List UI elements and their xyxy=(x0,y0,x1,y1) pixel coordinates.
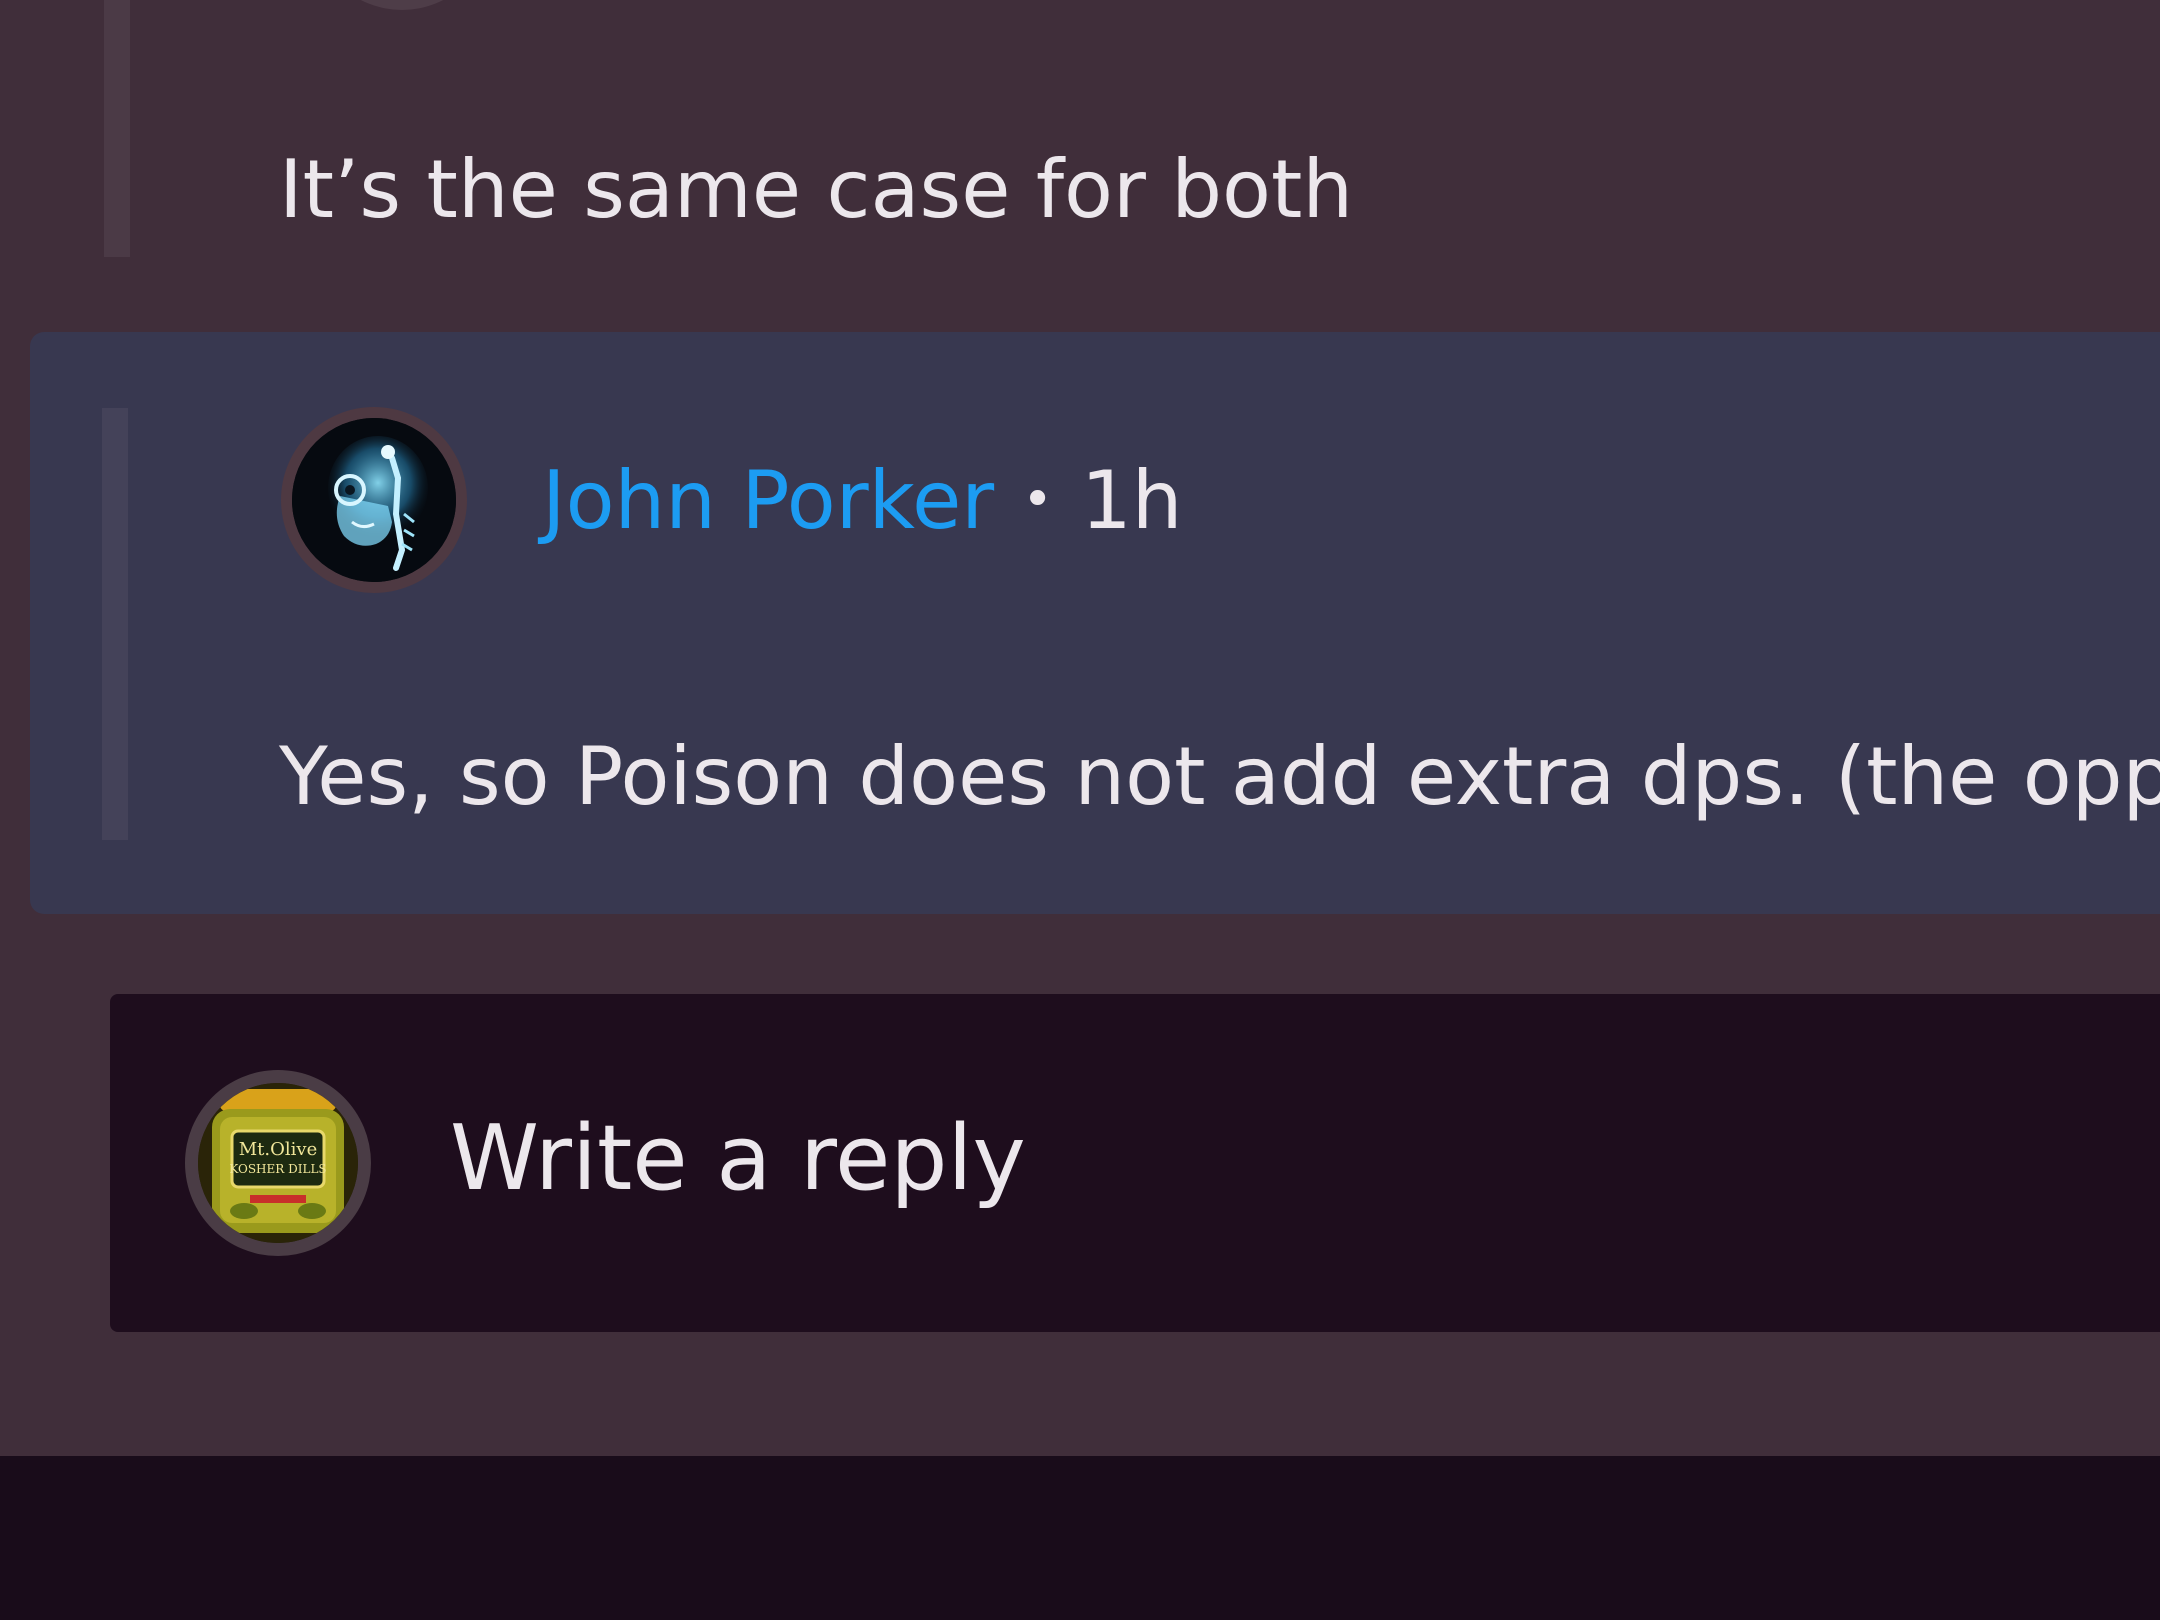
pickle-jar-avatar-icon: Mt.Olive KOSHER DILLS xyxy=(198,1083,358,1243)
comment-meta: John Porker • 1h xyxy=(542,450,1182,550)
bottom-bar xyxy=(0,1456,2160,1620)
separator-dot: • xyxy=(1022,470,1053,530)
comment-body-text: Yes, so Poison does not add extra dps. (… xyxy=(279,730,2160,823)
reply-composer[interactable]: Mt.Olive KOSHER DILLS Write a reply xyxy=(110,994,2160,1332)
xray-skull-avatar-icon xyxy=(292,418,456,582)
comment-timestamp: 1h xyxy=(1080,453,1183,547)
author-name-link[interactable]: John Porker xyxy=(542,454,994,547)
pickle-jar-brand-text: Mt.Olive KOSHER DILLS xyxy=(229,1139,326,1176)
reply-input-placeholder[interactable]: Write a reply xyxy=(450,1104,1026,1214)
author-avatar[interactable] xyxy=(281,407,467,593)
current-user-avatar: Mt.Olive KOSHER DILLS xyxy=(185,1070,371,1256)
thread-line xyxy=(102,408,128,840)
previous-comment-text: It’s the same case for both xyxy=(279,143,1354,236)
previous-comment-avatar[interactable] xyxy=(312,0,492,10)
thread-line xyxy=(104,0,130,257)
highlighted-comment: John Porker • 1h Yes, so Poison does not… xyxy=(30,332,2160,914)
comment-thread-panel: It’s the same case for both John Porker … xyxy=(0,0,2160,1456)
